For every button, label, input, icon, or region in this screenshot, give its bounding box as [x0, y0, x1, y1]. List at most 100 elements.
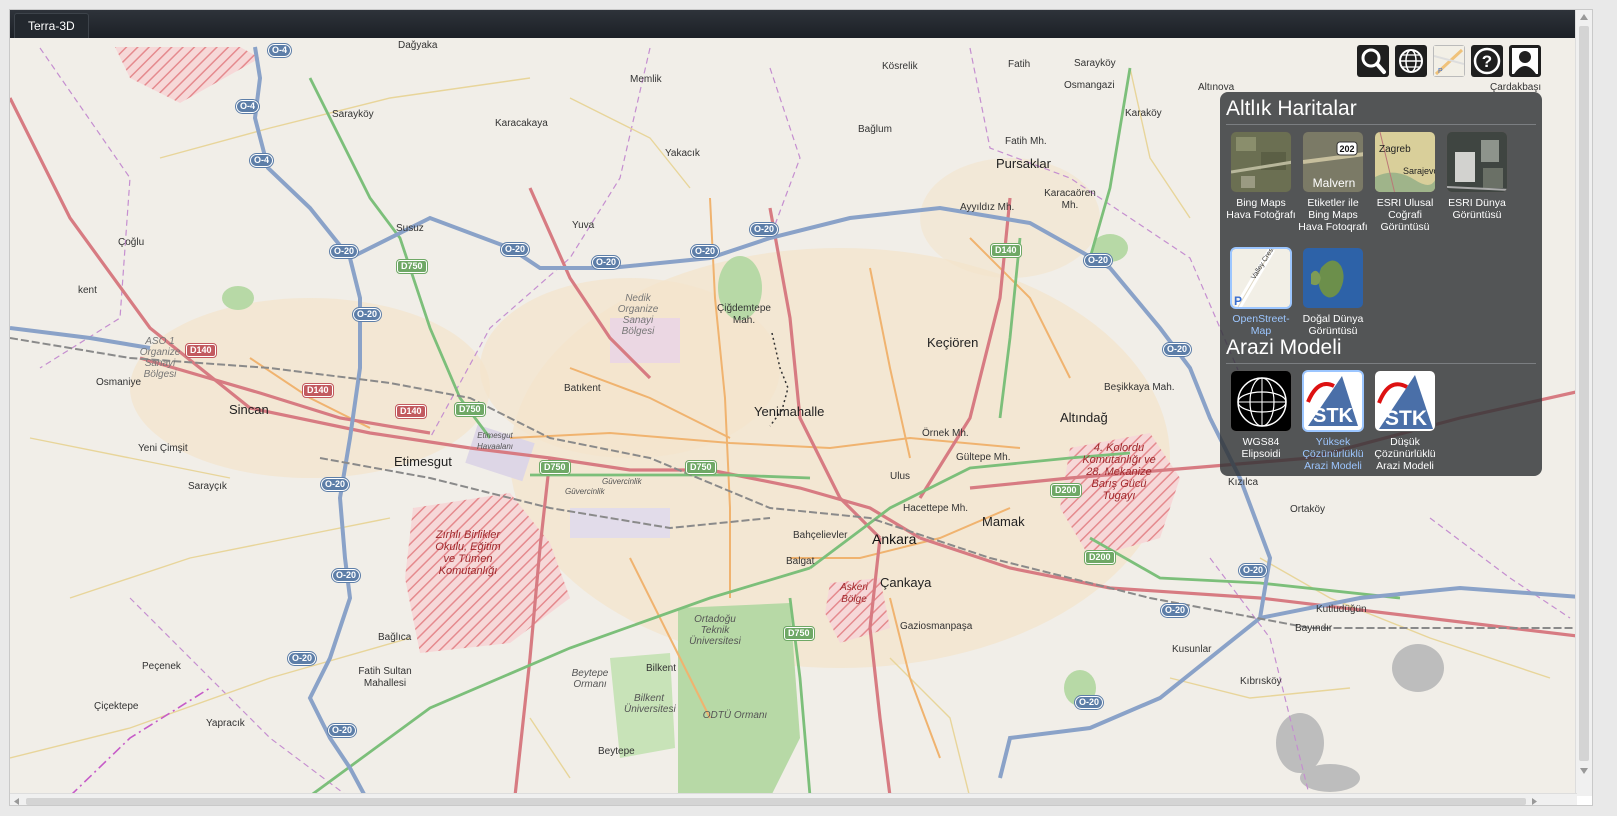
- road-shield: O-20: [286, 651, 318, 666]
- basemap-button[interactable]: P: [1433, 45, 1465, 77]
- place-label: Ortaköy: [1290, 504, 1326, 515]
- place-label: Susuz: [396, 223, 424, 234]
- place-label: Yeni Çimşit: [138, 443, 188, 454]
- basemap-label: ESRI Ulusal Coğrafi Görüntüsü: [1376, 197, 1434, 233]
- osm-thumbnail-icon: Valley Crest BlvdP: [1230, 247, 1292, 309]
- place-label: Fatih Mh.: [1005, 136, 1047, 147]
- search-button[interactable]: [1357, 45, 1389, 77]
- place-label: Memlik: [630, 74, 662, 85]
- aerial-thumbnail-icon: [1230, 131, 1292, 193]
- place-label: Etimesgut: [394, 454, 452, 469]
- place-label: Çoğlu: [118, 237, 145, 248]
- place-label: Ulus: [890, 471, 911, 482]
- user-icon: [1512, 48, 1538, 74]
- place-label: Yapracık: [206, 718, 245, 729]
- road-shield: O-4: [248, 153, 275, 168]
- thumb-text-2: Sarajevo: [1403, 166, 1436, 176]
- terrain-item-wgs84[interactable]: WGS84 Elipsoidi: [1226, 370, 1296, 460]
- tab-bar: Terra-3D: [10, 10, 1592, 39]
- place-label: Bayındır: [1295, 623, 1333, 634]
- help-button[interactable]: ?: [1471, 45, 1503, 77]
- road-shield: O-20: [319, 477, 351, 492]
- place-label: Yakacık: [665, 148, 700, 159]
- tab-terra-3d[interactable]: Terra-3D: [14, 13, 89, 39]
- place-label: Yuva: [572, 220, 595, 231]
- place-label: Örnek Mh.: [922, 428, 969, 439]
- industrial-label: Nedik Organize Sanayi Bölgesi: [617, 293, 659, 337]
- basemap-label: Bing Maps Hava Fotoğrafı: [1226, 197, 1296, 221]
- basemap-item-bing-aerial-labels[interactable]: 202 Malvern Etiketler ile Bing Maps Hava …: [1298, 131, 1368, 233]
- map-view[interactable]: Dağyaka Memlik Kösrelik Fatih Sarayköy O…: [10, 38, 1592, 796]
- place-label: Bahçelievler: [793, 530, 848, 541]
- place-label: Kutludüğün: [1316, 604, 1367, 615]
- place-label: Osmangazi: [1064, 80, 1115, 91]
- basemap-item-osm[interactable]: Valley Crest BlvdP OpenStreet-Map: [1226, 247, 1296, 337]
- military-area-label: Zırhlı Birlikler Okulu, Eğitim ve Tümen …: [435, 529, 501, 577]
- airport-label: Güvercinlik: [565, 487, 605, 496]
- road-shield: O-20: [499, 242, 531, 257]
- route-badge: 202: [1339, 144, 1354, 154]
- park-label: Beytepe Ormanı: [571, 668, 609, 690]
- user-button[interactable]: [1509, 45, 1541, 77]
- place-label: Karaköy: [1125, 108, 1162, 119]
- road-shield: D140: [302, 383, 334, 398]
- place-label: Pursaklar: [996, 156, 1051, 171]
- road-shield: D200: [1084, 550, 1116, 565]
- basemap-label: Etiketler ile Bing Maps Hava Fotoqrafı: [1298, 197, 1368, 233]
- place-label: Altındağ: [1060, 410, 1108, 425]
- basemap-item-esri-imagery[interactable]: ESRI Dünya Görüntüsü: [1442, 131, 1512, 221]
- road-shield: O-20: [689, 244, 721, 259]
- basemap-item-natural-earth[interactable]: Doğal Dünya Görüntüsü: [1298, 247, 1368, 337]
- road-shield: O-4: [234, 99, 261, 114]
- base-layer-picker-panel: Altlık Haritalar Bing Maps Hava Fotoğraf…: [1220, 92, 1542, 476]
- road-shield: O-20: [590, 255, 622, 270]
- place-label: Sarayköy: [332, 109, 374, 120]
- terrain-item-stk-high[interactable]: STK Yüksek Çözünürlüklü Arazi Modeli: [1298, 370, 1368, 472]
- place-label: Çankaya: [880, 575, 932, 590]
- place-label: Çiğdemtepe Mah.: [717, 303, 771, 326]
- airport-label: Güvercinlik: [602, 477, 642, 486]
- place-label: kent: [78, 285, 97, 296]
- airport-label: Etimesgut Havaalanı: [476, 431, 514, 451]
- basemap-label: Doğal Dünya Görüntüsü: [1302, 313, 1364, 337]
- road-shield: D750: [685, 460, 717, 475]
- terrain-item-stk-low[interactable]: STK Düşük Çözünürlüklü Arazi Modeli: [1370, 370, 1440, 472]
- road-shield: D750: [454, 402, 486, 417]
- place-label: Bağlum: [858, 124, 892, 135]
- place-label: Batıkent: [564, 383, 601, 394]
- thumb-text: STK: [1385, 407, 1427, 430]
- basemap-item-esri-natgeo[interactable]: Zagreb Sarajevo ESRI Ulusal Coğrafi Görün…: [1370, 131, 1440, 233]
- terrain-label: WGS84 Elipsoidi: [1241, 436, 1281, 460]
- divider: [1226, 363, 1536, 364]
- road-shield: O-20: [330, 568, 362, 583]
- basemaps-title: Altlık Haritalar: [1226, 97, 1357, 120]
- place-label: Beşikkaya Mah.: [1104, 382, 1175, 393]
- terrain-title: Arazi Modeli: [1226, 336, 1342, 359]
- svg-text:?: ?: [1482, 52, 1492, 71]
- road-shield: O-20: [1237, 563, 1269, 578]
- horizontal-scrollbar[interactable]: [10, 793, 1577, 805]
- road-shield: O-20: [1161, 342, 1193, 357]
- place-label: Karacakaya: [495, 118, 548, 129]
- road-shield: D140: [990, 243, 1022, 258]
- stk-high-res-icon: STK: [1302, 370, 1364, 432]
- esri-imagery-thumbnail-icon: [1446, 131, 1508, 193]
- road-shield: D750: [539, 460, 571, 475]
- road-shield: O-20: [326, 723, 358, 738]
- place-label: Balgat: [786, 556, 815, 567]
- divider: [1226, 124, 1536, 125]
- terrain-label: Düşük Çözünürlüklü Arazi Modeli: [1374, 436, 1436, 472]
- vertical-scrollbar[interactable]: [1575, 10, 1592, 796]
- basemap-item-bing-aerial[interactable]: Bing Maps Hava Fotoğrafı: [1226, 131, 1296, 221]
- road-shield: D750: [396, 259, 428, 274]
- help-icon: ?: [1473, 47, 1501, 75]
- place-label: Yenimahalle: [754, 404, 825, 419]
- natgeo-thumbnail-icon: Zagreb Sarajevo: [1374, 131, 1436, 193]
- park-label: ODTÜ Ormanı: [702, 710, 768, 721]
- wgs84-ellipsoid-icon: [1230, 370, 1292, 432]
- aerial-labels-thumbnail-icon: 202 Malvern: [1302, 131, 1364, 193]
- app-window: Terra-3D Dağyaka Memlik Kösrelik Fatih S…: [9, 9, 1593, 806]
- military-area-label: 4. Kolordu Komutanlığı ve 28. Mekanize B…: [1082, 442, 1156, 502]
- place-label: Mamak: [982, 514, 1025, 529]
- globe-button[interactable]: [1395, 45, 1427, 77]
